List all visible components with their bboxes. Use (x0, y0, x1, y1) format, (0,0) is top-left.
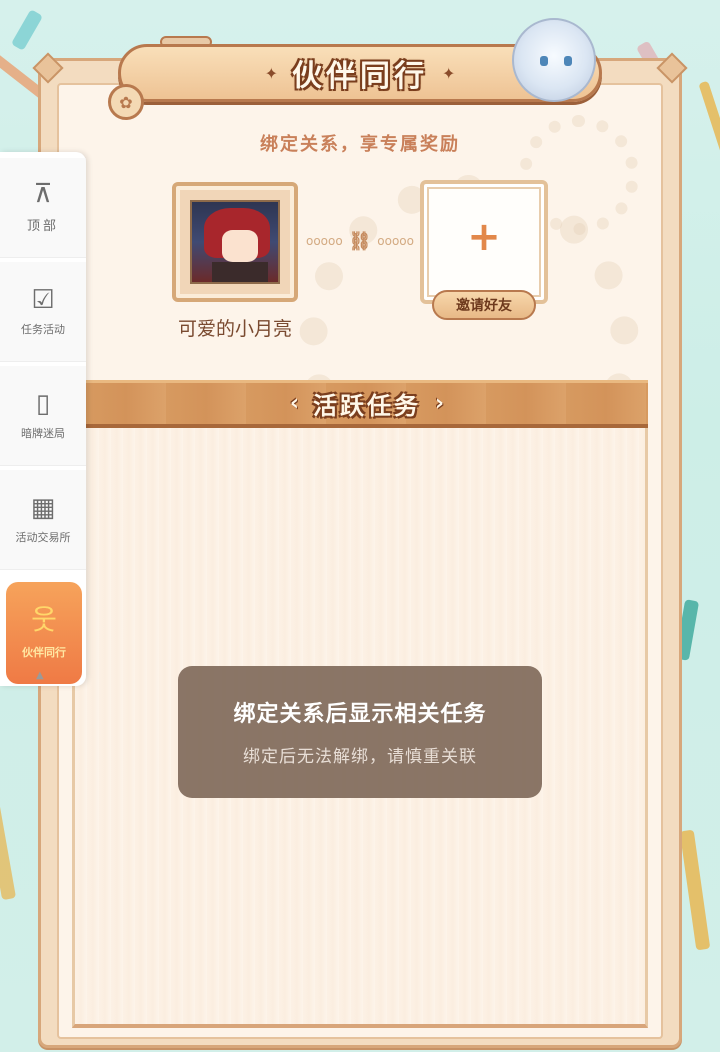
section-title: 活跃任务 (313, 392, 421, 420)
bind-chain: ooooo ⛓ ooooo (306, 230, 414, 252)
add-icon: + (467, 214, 501, 260)
chain-link-icon: ⛓ (348, 230, 372, 252)
sidebar-item-label: 顶部 (26, 219, 59, 234)
confetti-ribbon (698, 80, 720, 170)
flower-icon: ✿ (108, 84, 144, 120)
section-header: ‹ 活跃任务 › (86, 380, 648, 428)
confetti-ribbon (679, 829, 711, 951)
frame-corner-ornament (656, 52, 688, 84)
sidebar-item-label: 伙伴同行 (22, 646, 66, 659)
my-avatar (190, 200, 280, 284)
sidebar-item-label: 暗牌迷局 (21, 426, 65, 440)
page-title: 伙伴同行 (292, 59, 428, 94)
cards-icon: ▯ (35, 388, 51, 419)
my-avatar-frame[interactable] (172, 182, 298, 302)
toast-subtitle: 绑定后无法解绑，请慎重关联 (243, 747, 477, 767)
invite-friend-button[interactable]: 邀请好友 (432, 290, 536, 320)
sidebar-item-label: 任务活动 (21, 322, 65, 336)
frame-corner-ornament (32, 52, 64, 84)
confetti-ribbon (10, 9, 44, 51)
my-nickname: 可爱的小月亮 (177, 318, 292, 340)
info-toast: 绑定关系后显示相关任务 绑定后无法解绑，请慎重关联 (178, 666, 542, 798)
reward-subtitle: 绑定关系，享专属奖励 (260, 134, 460, 155)
mascot-avatar (512, 18, 596, 102)
chevron-left-icon[interactable]: ‹ (290, 391, 299, 416)
sidebar-item-partners[interactable]: 웃 伙伴同行 (6, 582, 82, 684)
toast-title: 绑定关系后显示相关任务 (233, 702, 487, 727)
sparkle-icon: ✦ (264, 63, 278, 83)
sidebar-item-card-puzzle[interactable]: ▯ 暗牌迷局 (0, 366, 86, 466)
partners-icon: 웃 (31, 603, 57, 636)
confetti-ribbon (0, 759, 17, 901)
side-nav: ⊼ 顶部 ☑ 任务活动 ▯ 暗牌迷局 ▦ 活动交易所 웃 伙伴同行 ▲ (0, 152, 86, 686)
sidebar-item-exchange[interactable]: ▦ 活动交易所 (0, 470, 86, 570)
sidebar-item-top[interactable]: ⊼ 顶部 (0, 158, 86, 258)
top-arrow-icon: ⊼ (33, 179, 53, 209)
invite-slot[interactable]: + (420, 180, 548, 304)
chevron-right-icon[interactable]: › (435, 391, 444, 416)
shop-icon: ▦ (30, 492, 56, 523)
sparkle-icon: ✦ (442, 63, 456, 83)
sidebar-item-tasks[interactable]: ☑ 任务活动 (0, 262, 86, 362)
caret-up-icon: ▲ (36, 670, 44, 681)
calendar-check-icon: ☑ (31, 284, 55, 315)
sidebar-item-label: 活动交易所 (15, 530, 71, 544)
